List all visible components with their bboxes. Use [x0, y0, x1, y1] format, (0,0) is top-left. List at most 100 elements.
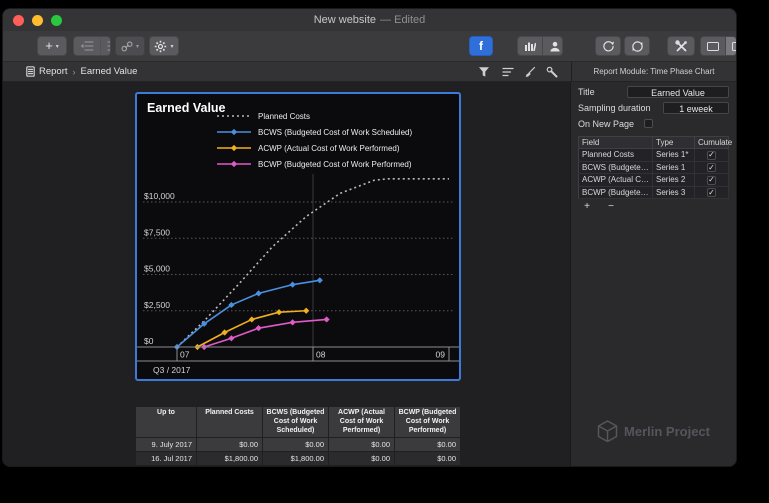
pane-left-icon [707, 42, 719, 51]
chevron-down-icon: ▾ [136, 43, 139, 50]
fields-table: FieldTypeCumulate Planned CostsSeries 1*… [578, 136, 729, 199]
breadcrumb-report[interactable]: Report [39, 66, 68, 77]
outdent-icon [80, 40, 94, 52]
style-button[interactable] [523, 65, 537, 78]
link-button[interactable]: ▾ [115, 36, 145, 56]
title-field[interactable]: Earned Value [627, 86, 729, 98]
remove-field-button[interactable]: − [605, 202, 617, 212]
field-row[interactable]: BCWS (Budgeted Cost of Work Scheduled)Se… [579, 161, 729, 174]
table-row: 9. July 2017$0.00$0.00$0.00$0.00 [136, 438, 461, 452]
chevron-down-icon: ▾ [56, 43, 59, 50]
zoom-button[interactable] [51, 15, 62, 26]
format-button[interactable]: f [469, 36, 493, 56]
field-type-cell: Series 1* [653, 149, 695, 162]
svg-text:Planned Costs: Planned Costs [258, 112, 310, 121]
tools-icon [675, 40, 688, 53]
svg-text:09: 09 [436, 350, 446, 360]
sync-icon [602, 40, 615, 53]
library-resources-group [517, 36, 563, 56]
report-document-icon [23, 65, 37, 78]
tools-button[interactable] [667, 36, 695, 56]
table-cell: $0.00 [197, 438, 263, 452]
svg-text:$0: $0 [144, 336, 154, 346]
cost-table-header: ACWP (Actual Cost of Work Performed) [329, 407, 395, 438]
cost-table-header: Up to [136, 407, 197, 438]
fields-table-controls: + − [578, 202, 729, 212]
field-type-cell: Series 3 [653, 186, 695, 199]
filter-button[interactable] [477, 65, 491, 78]
app-logo: Merlin Project [597, 420, 710, 442]
cumulate-checkbox[interactable]: ✓ [707, 176, 716, 185]
table-row: 16. Jul 2017$1,800.00$1,800.00$0.00$0.00 [136, 452, 461, 466]
field-row[interactable]: ACWP (Actual Cost of Work Performed)Seri… [579, 174, 729, 187]
view-inspector-button[interactable] [726, 37, 737, 55]
format-icon: f [479, 39, 483, 53]
brush-icon [524, 66, 536, 78]
fields-table-header: Field [579, 137, 653, 149]
cumulate-checkbox[interactable]: ✓ [707, 163, 716, 172]
table-cell: $0.00 [395, 452, 461, 466]
breadcrumb-current: Earned Value [81, 66, 138, 77]
field-row[interactable]: BCWP (Budgeted Cost of Work Performed)Se… [579, 186, 729, 199]
svg-text:ACWP (Actual Cost of Work Perf: ACWP (Actual Cost of Work Performed) [258, 144, 400, 153]
resources-button[interactable] [543, 37, 563, 55]
close-button[interactable] [13, 15, 24, 26]
settings-button[interactable] [545, 65, 559, 78]
sync-button[interactable] [595, 36, 621, 56]
chart-panel[interactable]: $0$2,500$5,000$7,500$10,000070809Q3 / 20… [135, 92, 461, 381]
inspector-header: Report Module: Time Phase Chart [571, 62, 736, 81]
view-main-button[interactable] [701, 37, 726, 55]
svg-text:BCWS (Budgeted Cost of Work Sc: BCWS (Budgeted Cost of Work Scheduled) [258, 128, 412, 137]
indent-icon [107, 40, 111, 52]
fields-table-header: Cumulate [695, 137, 729, 149]
add-button[interactable]: + ▾ [37, 36, 67, 56]
sampling-duration-field[interactable]: 1 eweek [663, 102, 729, 114]
sync-all-button[interactable] [624, 36, 650, 56]
cumulate-checkbox[interactable]: ✓ [707, 188, 716, 197]
table-cell: 16. Jul 2017 [136, 452, 197, 466]
field-cumulate-cell: ✓ [695, 161, 729, 174]
window-title: New website— Edited [3, 14, 736, 26]
fields-table-header: Type [653, 137, 695, 149]
inspector-panel: Title Earned Value Sampling duration 1 e… [571, 82, 736, 466]
cumulate-checkbox[interactable]: ✓ [707, 151, 716, 160]
table-cell: $0.00 [263, 438, 329, 452]
gear-button[interactable]: ▾ [149, 36, 179, 56]
field-type-cell: Series 1 [653, 161, 695, 174]
field-name-cell: BCWS (Budgeted Cost of Work Scheduled) [579, 161, 653, 174]
svg-text:$10,000: $10,000 [144, 191, 175, 201]
library-icon [524, 41, 536, 52]
field-row[interactable]: Planned CostsSeries 1*✓ [579, 149, 729, 162]
indent-group [73, 36, 111, 56]
subtoolbar: Report › Earned Value [3, 62, 736, 82]
align-lines-icon [502, 66, 514, 78]
on-new-page-row: On New Page [578, 117, 729, 130]
cube-logo-icon [597, 420, 617, 442]
svg-text:$5,000: $5,000 [144, 264, 170, 274]
table-cell: $0.00 [395, 438, 461, 452]
title-bar: New website— Edited [3, 9, 736, 31]
table-cell: 9. July 2017 [136, 438, 197, 452]
indent-button[interactable] [101, 37, 111, 55]
traffic-lights [13, 15, 62, 26]
library-button[interactable] [518, 37, 543, 55]
on-new-page-checkbox[interactable] [644, 119, 653, 128]
field-name-cell: BCWP (Budgeted Cost of Work Performed) [579, 186, 653, 199]
table-cell: $1,800.00 [263, 452, 329, 466]
gear-icon [154, 40, 167, 53]
svg-text:$7,500: $7,500 [144, 227, 170, 237]
add-field-button[interactable]: + [581, 202, 593, 212]
earned-value-chart: $0$2,500$5,000$7,500$10,000070809Q3 / 20… [137, 94, 459, 379]
field-cumulate-cell: ✓ [695, 149, 729, 162]
outdent-button[interactable] [74, 37, 101, 55]
title-label: Title [578, 87, 627, 97]
svg-text:Q3 / 2017: Q3 / 2017 [153, 365, 191, 375]
breadcrumb: Report › Earned Value [39, 62, 137, 81]
pane-right-icon [732, 42, 737, 51]
field-name-cell: ACWP (Actual Cost of Work Performed) [579, 174, 653, 187]
field-type-cell: Series 2 [653, 174, 695, 187]
chart-title: Earned Value [147, 101, 226, 115]
minimize-button[interactable] [32, 15, 43, 26]
align-button[interactable] [501, 65, 515, 78]
report-canvas: $0$2,500$5,000$7,500$10,000070809Q3 / 20… [3, 82, 571, 466]
